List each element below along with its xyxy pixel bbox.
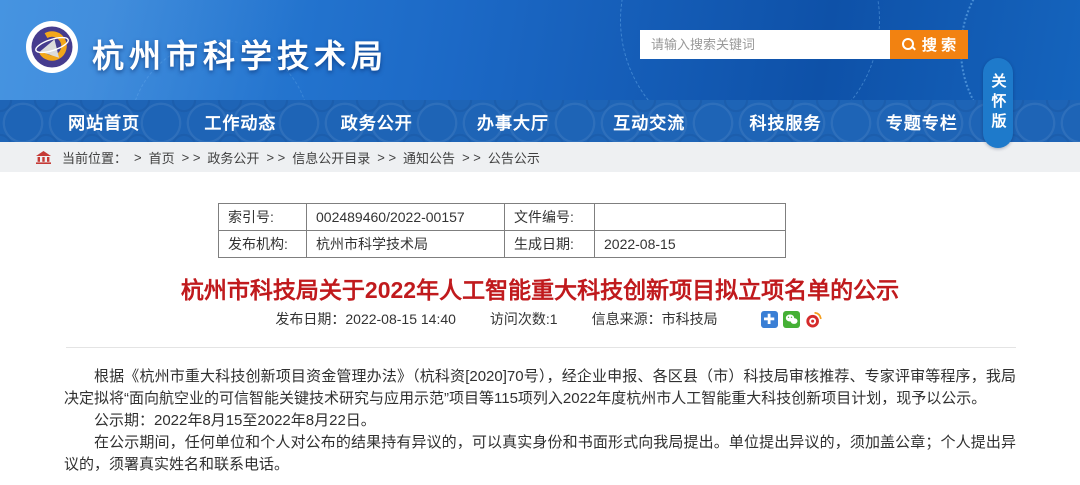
- nav-item-service-hall[interactable]: 办事大厅: [445, 100, 581, 142]
- breadcrumb-separator: > >: [266, 150, 285, 165]
- breadcrumb-prefix: 当前位置：: [62, 148, 127, 167]
- nav-item-special-topics[interactable]: 专题专栏: [854, 100, 990, 142]
- info-source: 信息来源：市科技局: [592, 309, 718, 329]
- breadcrumb-separator: > >: [377, 150, 396, 165]
- table-row: 发布机构: 杭州市科学技术局 生成日期: 2022-08-15: [219, 231, 786, 258]
- home-icon: [36, 151, 51, 164]
- main-nav: 网站首页 工作动态 政务公开 办事大厅 互动交流 科技服务 专题专栏: [0, 100, 1080, 142]
- breadcrumb-link-gov-affairs[interactable]: 政务公开: [207, 148, 259, 167]
- share-plus-icon[interactable]: ✚: [761, 311, 778, 328]
- file-number-label: 文件编号:: [505, 204, 595, 231]
- breadcrumb-link-notices[interactable]: 通知公告: [403, 148, 455, 167]
- article-meta: 发布日期：2022-08-15 14:40 访问次数:1 信息来源：市科技局 ✚: [0, 309, 1080, 329]
- content-divider: [66, 347, 1016, 348]
- nav-item-tech-services[interactable]: 科技服务: [717, 100, 853, 142]
- search-button-label: 搜 索: [922, 34, 956, 55]
- generate-date-value: 2022-08-15: [595, 231, 786, 258]
- site-title: 杭州市科学技术局: [92, 31, 388, 77]
- breadcrumb-separator: > >: [182, 150, 201, 165]
- publisher-label: 发布机构:: [219, 231, 307, 258]
- weibo-share-icon[interactable]: [805, 311, 822, 328]
- nav-list: 网站首页 工作动态 政务公开 办事大厅 互动交流 科技服务 专题专栏: [36, 100, 990, 142]
- index-number-label: 索引号:: [219, 204, 307, 231]
- index-number-value: 002489460/2022-00157: [307, 204, 505, 231]
- article-title: 杭州市科技局关于2022年人工智能重大科技创新项目拟立项名单的公示: [0, 271, 1080, 305]
- search-button[interactable]: 搜 索: [890, 30, 968, 59]
- breadcrumb-separator: > >: [462, 150, 481, 165]
- breadcrumb-link-home[interactable]: 首页: [149, 148, 175, 167]
- wechat-share-icon[interactable]: [783, 311, 800, 328]
- doc-info-table: 索引号: 002489460/2022-00157 文件编号: 发布机构: 杭州…: [218, 203, 786, 258]
- article-body: 根据《杭州市重大科技创新项目资金管理办法》（杭科资[2020]70号），经企业申…: [64, 366, 1016, 476]
- file-number-value: [595, 204, 786, 231]
- article-paragraph: 在公示期间，任何单位和个人对公布的结果持有异议的，可以真实身份和书面形式向我局提…: [64, 432, 1016, 476]
- article-paragraph: 根据《杭州市重大科技创新项目资金管理办法》（杭科资[2020]70号），经企业申…: [64, 366, 1016, 410]
- search-input[interactable]: [640, 30, 890, 59]
- publish-date: 发布日期：2022-08-15 14:40: [275, 309, 456, 329]
- share-icons: ✚: [761, 311, 822, 328]
- care-version-button[interactable]: 关怀版: [983, 58, 1013, 148]
- breadcrumb-link-public-announcements[interactable]: 公告公示: [488, 148, 540, 167]
- search-icon: [902, 38, 915, 51]
- header-circuit-decoration: [960, 0, 1080, 100]
- site-header: 杭州市科学技术局 搜 索: [0, 0, 1080, 100]
- visit-count: 访问次数:1: [490, 309, 558, 329]
- breadcrumb-separator: >: [134, 150, 142, 165]
- site-logo-emblem-icon: [26, 21, 78, 73]
- generate-date-label: 生成日期:: [505, 231, 595, 258]
- nav-item-gov-affairs[interactable]: 政务公开: [309, 100, 445, 142]
- nav-item-home[interactable]: 网站首页: [36, 100, 172, 142]
- nav-item-interaction[interactable]: 互动交流: [581, 100, 717, 142]
- breadcrumb: 当前位置： > 首页 > > 政务公开 > > 信息公开目录 > > 通知公告 …: [0, 142, 1080, 172]
- article-paragraph: 公示期：2022年8月15至2022年8月22日。: [64, 410, 1016, 432]
- nav-item-work-news[interactable]: 工作动态: [172, 100, 308, 142]
- table-row: 索引号: 002489460/2022-00157 文件编号:: [219, 204, 786, 231]
- publisher-value: 杭州市科学技术局: [307, 231, 505, 258]
- breadcrumb-link-info-catalog[interactable]: 信息公开目录: [292, 148, 370, 167]
